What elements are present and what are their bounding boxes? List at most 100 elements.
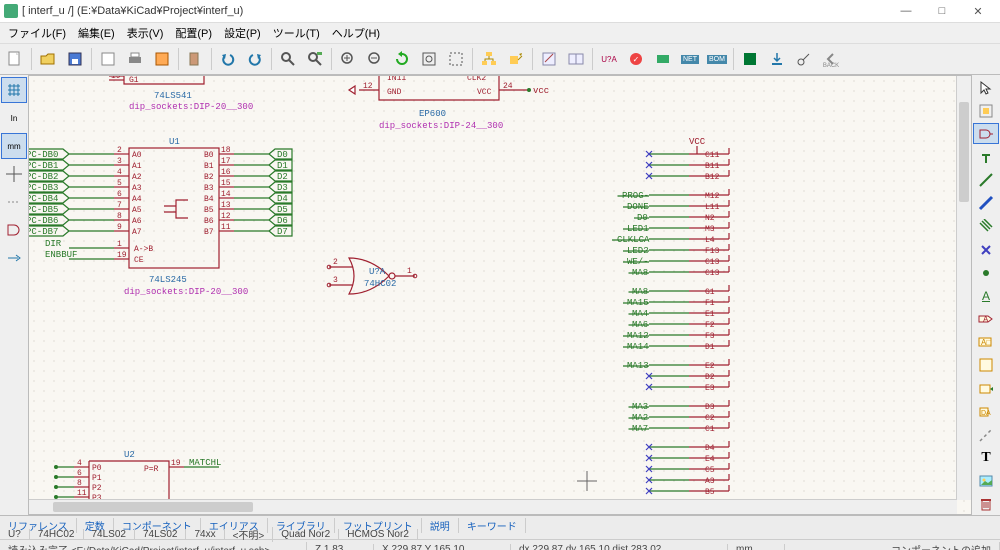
delete-icon[interactable] xyxy=(973,494,999,515)
zoom-out-icon[interactable] xyxy=(362,46,388,72)
close-button[interactable]: ✕ xyxy=(960,0,996,22)
svg-text:GND: GND xyxy=(387,88,402,97)
scrollbar-vertical[interactable] xyxy=(956,76,971,500)
replace-icon[interactable] xyxy=(302,46,328,72)
minimize-button[interactable]: — xyxy=(888,0,924,22)
hidden-pins-icon[interactable] xyxy=(1,189,27,215)
place-bus-icon[interactable] xyxy=(973,193,999,214)
unit-mm-icon[interactable]: mm xyxy=(1,133,27,159)
titlebar: [ interf_u /] (E:¥Data¥KiCad¥Project¥int… xyxy=(0,0,1000,23)
redo-icon[interactable] xyxy=(242,46,268,72)
place-text-icon[interactable]: T xyxy=(973,448,999,469)
page-icon[interactable] xyxy=(95,46,121,72)
menu-edit[interactable]: 編集(E) xyxy=(72,23,121,43)
svg-text:D5: D5 xyxy=(277,205,288,215)
print-icon[interactable] xyxy=(122,46,148,72)
svg-text:B0: B0 xyxy=(204,151,214,160)
place-hier-label-icon[interactable]: A□ xyxy=(973,332,999,353)
place-bus-entry-icon[interactable] xyxy=(973,216,999,237)
hierarchy-icon[interactable] xyxy=(476,46,502,72)
new-icon[interactable] xyxy=(2,46,28,72)
place-label-icon[interactable]: A xyxy=(973,285,999,306)
svg-text:8: 8 xyxy=(77,479,82,488)
cvpcb-icon[interactable] xyxy=(650,46,676,72)
cursor-shape-icon[interactable] xyxy=(1,161,27,187)
svg-text:11: 11 xyxy=(221,223,231,232)
zoom-sel-icon[interactable] xyxy=(443,46,469,72)
plot-icon[interactable] xyxy=(149,46,175,72)
svg-text:7: 7 xyxy=(117,201,122,210)
erc-icon[interactable]: ✓ xyxy=(623,46,649,72)
paste-icon[interactable] xyxy=(182,46,208,72)
svg-text:B1: B1 xyxy=(204,162,214,171)
libedit-icon[interactable] xyxy=(536,46,562,72)
svg-text:A0: A0 xyxy=(132,151,142,160)
scrollbar-horizontal[interactable] xyxy=(29,499,957,514)
bom-icon[interactable]: BOM xyxy=(704,46,730,72)
svg-text:PC-DB2: PC-DB2 xyxy=(29,172,58,182)
ft-ref: U? xyxy=(0,529,30,540)
place-wire-icon[interactable] xyxy=(973,170,999,191)
schematic-canvas[interactable]: 19G1G274LS541dip_sockets:DIP-20__300IN11… xyxy=(28,75,972,515)
svg-text:U2: U2 xyxy=(124,450,135,460)
svg-text:E3: E3 xyxy=(705,384,715,393)
svg-text:B6: B6 xyxy=(204,217,214,226)
svg-text:12: 12 xyxy=(221,212,231,221)
menu-place[interactable]: 配置(P) xyxy=(169,23,218,43)
svg-text:P=R: P=R xyxy=(144,465,159,474)
place-junction-icon[interactable] xyxy=(973,262,999,283)
svg-text:M12: M12 xyxy=(705,192,720,201)
menu-help[interactable]: ヘルプ(H) xyxy=(326,23,386,43)
gate-icon[interactable] xyxy=(1,217,27,243)
svg-text:L4: L4 xyxy=(705,236,715,245)
svg-text:5: 5 xyxy=(117,179,122,188)
svg-text:DIR: DIR xyxy=(45,239,62,249)
place-noconnect-icon[interactable] xyxy=(973,239,999,260)
svg-text:C11: C11 xyxy=(705,151,720,160)
svg-text:dip_sockets:DIP-20__300: dip_sockets:DIP-20__300 xyxy=(124,287,248,297)
svg-text:L11: L11 xyxy=(705,203,720,212)
place-sheet-icon[interactable] xyxy=(973,355,999,376)
menu-pref[interactable]: 設定(P) xyxy=(218,23,267,43)
select-icon[interactable] xyxy=(973,77,999,98)
svg-text:PC-DB1: PC-DB1 xyxy=(29,161,58,171)
svg-text:D4: D4 xyxy=(705,444,715,453)
leave-sheet-icon[interactable] xyxy=(503,46,529,72)
place-image-icon[interactable] xyxy=(973,471,999,492)
grid-icon[interactable] xyxy=(1,77,27,103)
libbrowse-icon[interactable] xyxy=(563,46,589,72)
place-global-label-icon[interactable]: A xyxy=(973,309,999,330)
highlight-net-icon[interactable] xyxy=(973,100,999,121)
maximize-button[interactable]: □ xyxy=(924,0,960,22)
svg-text:D3: D3 xyxy=(277,183,288,193)
place-hier-pin-icon[interactable]: DA xyxy=(973,401,999,422)
pcb-icon[interactable] xyxy=(737,46,763,72)
svg-text:dip_sockets:DIP-24__300: dip_sockets:DIP-24__300 xyxy=(379,121,503,131)
bus-dir-icon[interactable] xyxy=(1,245,27,271)
svg-text:PC-DB7: PC-DB7 xyxy=(29,227,58,237)
svg-text:2: 2 xyxy=(117,146,122,155)
place-power-icon[interactable] xyxy=(973,146,999,167)
annotate-icon[interactable]: U?A xyxy=(596,46,622,72)
refresh-icon[interactable] xyxy=(389,46,415,72)
zoom-in-icon[interactable] xyxy=(335,46,361,72)
place-component-icon[interactable] xyxy=(973,123,999,144)
unit-in-icon[interactable]: In xyxy=(1,105,27,131)
menu-view[interactable]: 表示(V) xyxy=(121,23,170,43)
menu-tools[interactable]: ツール(T) xyxy=(267,23,326,43)
svg-text:U?A: U?A xyxy=(369,267,386,277)
netlist-icon[interactable]: NET xyxy=(677,46,703,72)
place-line-icon[interactable] xyxy=(973,424,999,445)
svg-text:E1: E1 xyxy=(705,310,715,319)
import-hier-label-icon[interactable] xyxy=(973,378,999,399)
back-icon[interactable]: BACK xyxy=(818,46,844,72)
svg-text:PC-DB0: PC-DB0 xyxy=(29,150,58,160)
import-icon[interactable] xyxy=(764,46,790,72)
zoom-fit-icon[interactable] xyxy=(416,46,442,72)
menu-file[interactable]: ファイル(F) xyxy=(2,23,72,43)
undo-icon[interactable] xyxy=(215,46,241,72)
find-icon[interactable] xyxy=(275,46,301,72)
save-icon[interactable] xyxy=(62,46,88,72)
run-icon[interactable] xyxy=(791,46,817,72)
open-icon[interactable] xyxy=(35,46,61,72)
